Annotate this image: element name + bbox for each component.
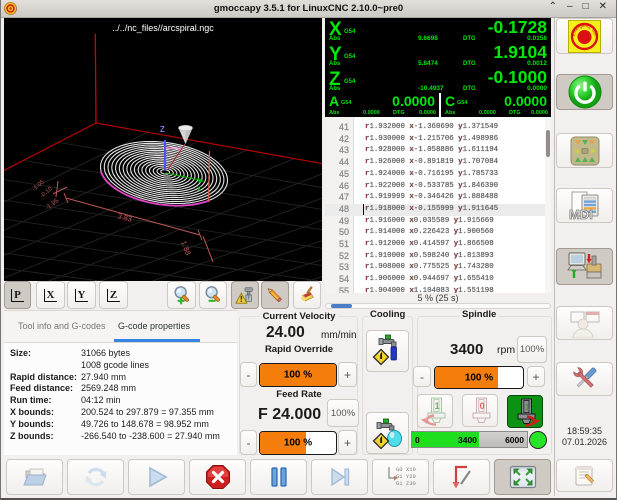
svg-text:1: 1 — [525, 402, 530, 412]
svg-text:Z: Z — [160, 125, 165, 134]
svg-text:1: 1 — [435, 401, 440, 411]
svg-text:-1.95: -1.95 — [44, 197, 60, 211]
svg-text:G1 Z30: G1 Z30 — [396, 480, 416, 487]
svg-text:X: X — [197, 186, 202, 193]
svg-text:G0 X10: G0 X10 — [396, 466, 416, 473]
svg-text:../../nc_files//arcspiral.ngc: ../../nc_files//arcspiral.ngc — [112, 23, 214, 33]
svg-text:G1 Y20: G1 Y20 — [396, 473, 416, 480]
svg-text:MDI: MDI — [569, 207, 593, 222]
svg-text:3.83: 3.83 — [116, 211, 132, 224]
svg-text:0: 0 — [480, 401, 485, 411]
svg-text:-0.10: -0.10 — [39, 186, 54, 200]
svg-text:1.88: 1.88 — [179, 239, 193, 256]
